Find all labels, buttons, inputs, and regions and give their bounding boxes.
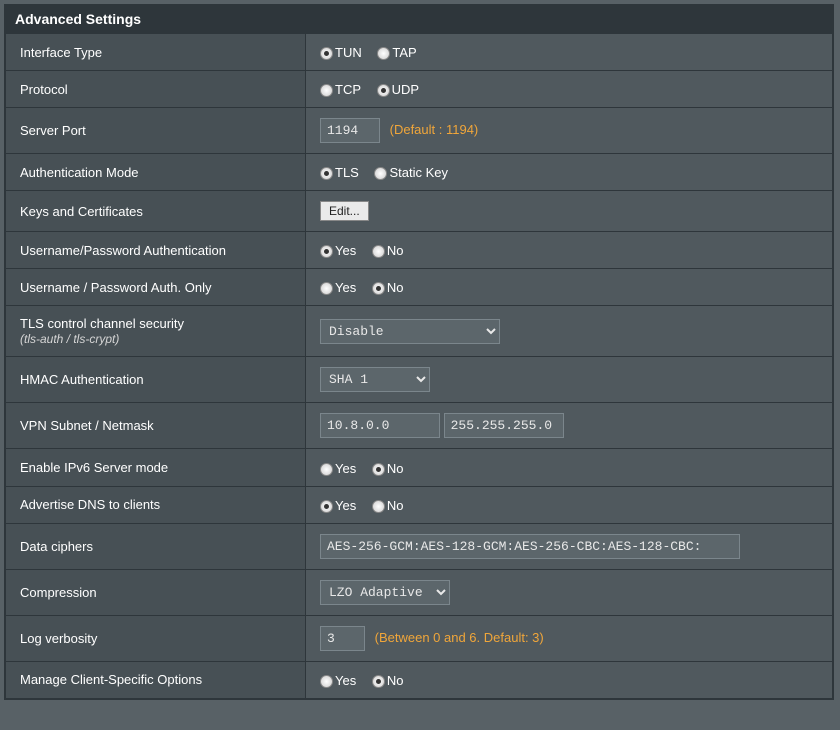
radio-userpass-no[interactable] [372, 245, 385, 258]
settings-table: Interface Type TUN TAP Protocol TCP UDP … [5, 33, 833, 699]
protocol-label: Protocol [6, 71, 306, 108]
log-verbosity-hint: (Between 0 and 6. Default: 3) [375, 630, 544, 645]
auth-mode-tls[interactable]: TLS [320, 165, 359, 180]
auth-mode-label: Authentication Mode [6, 154, 306, 191]
radio-userpassonly-no[interactable] [372, 282, 385, 295]
advanced-settings-panel: Advanced Settings Interface Type TUN TAP… [4, 4, 834, 700]
server-port-input[interactable] [320, 118, 380, 143]
auth-mode-group: TLS Static Key [320, 164, 460, 179]
radio-tls[interactable] [320, 167, 333, 180]
radio-tcp[interactable] [320, 84, 333, 97]
protocol-group: TCP UDP [320, 81, 431, 96]
radio-dns-yes[interactable] [320, 500, 333, 513]
radio-client-no[interactable] [372, 675, 385, 688]
tls-control-label: TLS control channel security (tls-auth /… [6, 306, 306, 357]
userpass-only-label: Username / Password Auth. Only [6, 269, 306, 306]
client-specific-no[interactable]: No [372, 673, 404, 688]
ipv6-yes[interactable]: Yes [320, 461, 356, 476]
userpass-only-group: Yes No [320, 279, 415, 294]
advertise-dns-group: Yes No [320, 497, 415, 512]
radio-tap[interactable] [377, 47, 390, 60]
client-specific-label: Manage Client-Specific Options [6, 661, 306, 698]
tls-control-sublabel: (tls-auth / tls-crypt) [20, 332, 119, 346]
advertise-dns-yes[interactable]: Yes [320, 498, 356, 513]
advertise-dns-label: Advertise DNS to clients [6, 486, 306, 523]
hmac-select[interactable]: SHA 1 [320, 367, 430, 392]
vpn-subnet-label: VPN Subnet / Netmask [6, 403, 306, 449]
interface-type-tap[interactable]: TAP [377, 45, 416, 60]
auth-mode-static[interactable]: Static Key [374, 165, 448, 180]
client-specific-yes[interactable]: Yes [320, 673, 356, 688]
advertise-dns-no[interactable]: No [372, 498, 404, 513]
userpass-only-yes[interactable]: Yes [320, 280, 356, 295]
ipv6-label: Enable IPv6 Server mode [6, 449, 306, 486]
vpn-subnet-input[interactable] [320, 413, 440, 438]
radio-client-yes[interactable] [320, 675, 333, 688]
userpass-auth-group: Yes No [320, 242, 415, 257]
data-ciphers-label: Data ciphers [6, 523, 306, 569]
client-specific-group: Yes No [320, 672, 415, 687]
interface-type-tun[interactable]: TUN [320, 45, 362, 60]
radio-userpass-yes[interactable] [320, 245, 333, 258]
radio-static[interactable] [374, 167, 387, 180]
ipv6-group: Yes No [320, 459, 415, 474]
vpn-netmask-input[interactable] [444, 413, 564, 438]
data-ciphers-input[interactable] [320, 534, 740, 559]
radio-tun[interactable] [320, 47, 333, 60]
ipv6-no[interactable]: No [372, 461, 404, 476]
userpass-only-no[interactable]: No [372, 280, 404, 295]
log-verbosity-label: Log verbosity [6, 615, 306, 661]
userpass-auth-no[interactable]: No [372, 243, 404, 258]
panel-header: Advanced Settings [5, 5, 833, 33]
protocol-udp[interactable]: UDP [377, 82, 419, 97]
radio-udp[interactable] [377, 84, 390, 97]
interface-type-group: TUN TAP [320, 44, 429, 59]
interface-type-label: Interface Type [6, 34, 306, 71]
compression-label: Compression [6, 569, 306, 615]
radio-userpassonly-yes[interactable] [320, 282, 333, 295]
tls-control-select[interactable]: Disable [320, 319, 500, 344]
edit-keys-button[interactable]: Edit... [320, 201, 369, 221]
server-port-hint: (Default : 1194) [390, 122, 479, 137]
keys-certs-label: Keys and Certificates [6, 191, 306, 232]
protocol-tcp[interactable]: TCP [320, 82, 361, 97]
log-verbosity-input[interactable] [320, 626, 365, 651]
radio-dns-no[interactable] [372, 500, 385, 513]
compression-select[interactable]: LZO Adaptive [320, 580, 450, 605]
userpass-auth-label: Username/Password Authentication [6, 232, 306, 269]
hmac-label: HMAC Authentication [6, 357, 306, 403]
radio-ipv6-no[interactable] [372, 463, 385, 476]
server-port-label: Server Port [6, 108, 306, 154]
userpass-auth-yes[interactable]: Yes [320, 243, 356, 258]
radio-ipv6-yes[interactable] [320, 463, 333, 476]
